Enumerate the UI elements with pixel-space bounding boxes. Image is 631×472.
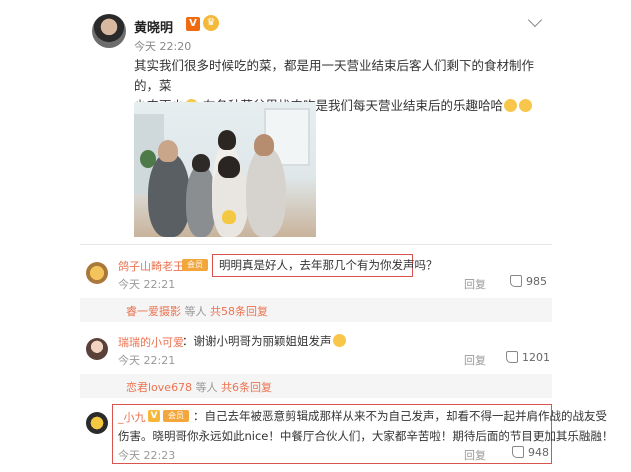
- photo-person: [222, 210, 236, 224]
- commenter-name[interactable]: 鸽子山畸老王: [118, 258, 184, 274]
- photo-person: [254, 134, 274, 156]
- like-count: 985: [526, 275, 547, 288]
- photo-person: [148, 152, 190, 237]
- sub-replies-summary[interactable]: 睿一爱摄影 等人 共58条回复: [126, 303, 268, 319]
- verified-badge: V: [186, 17, 200, 31]
- reply-button[interactable]: 回复: [464, 276, 486, 292]
- verified-badge: V: [148, 410, 160, 422]
- emoji-icon: [519, 99, 533, 112]
- comment-time: 今天 22:21: [118, 354, 176, 367]
- post-photo[interactable]: [134, 102, 316, 237]
- comment-time: 今天 22:23: [118, 449, 176, 462]
- post-text-line1: 其实我们很多时候吃的菜，都是用一天营业结束后客人们剩下的食材制作的，菜: [134, 58, 535, 93]
- photo-person: [218, 156, 240, 178]
- like-button[interactable]: 1201: [506, 351, 550, 364]
- sub-reply-user[interactable]: 恋君love678: [126, 381, 192, 394]
- like-count: 948: [528, 446, 549, 459]
- post-time: 今天 22:20: [134, 40, 192, 53]
- like-button[interactable]: 985: [510, 275, 547, 288]
- like-button[interactable]: 948: [512, 446, 549, 459]
- photo-person: [158, 140, 178, 162]
- member-badge: 会员: [163, 410, 189, 422]
- photo-person: [246, 146, 286, 237]
- comment-text: 明明真是好人，去年那几个有为你发声吗？: [219, 258, 438, 272]
- emoji-icon: [504, 99, 518, 112]
- post-author-name[interactable]: 黄晓明: [134, 17, 173, 36]
- emoji-icon: [332, 334, 346, 347]
- crown-icon: ♛: [203, 15, 219, 31]
- reply-button[interactable]: 回复: [464, 447, 486, 463]
- commenter-name[interactable]: 瑞瑞的小可爱: [118, 334, 184, 350]
- sub-reply-text: 等人: [195, 381, 218, 394]
- divider: [80, 244, 552, 245]
- chevron-down-icon[interactable]: [527, 12, 543, 28]
- thumb-up-icon: [506, 351, 518, 363]
- commenter-avatar[interactable]: [86, 262, 108, 284]
- photo-person: [218, 130, 236, 150]
- thumb-up-icon: [512, 446, 524, 458]
- post-author-avatar[interactable]: [92, 14, 126, 48]
- reply-button[interactable]: 回复: [464, 352, 486, 368]
- sub-reply-user[interactable]: 睿一爱摄影: [126, 305, 181, 318]
- like-count: 1201: [522, 351, 550, 364]
- photo-person: [192, 154, 210, 172]
- sub-reply-text: 等人: [184, 305, 207, 318]
- sub-reply-count[interactable]: 共6条回复: [221, 381, 272, 394]
- sub-reply-count[interactable]: 共58条回复: [210, 305, 268, 318]
- comment-text-line2: 伤害。晓明哥你永远如此nice！中餐厅合伙人们，大家都辛苦啦！期待后面的节目更加…: [118, 429, 614, 443]
- comment-text-line1: ：自己去年被恶意剪辑成那样从来不为自己发声，却看不得一起并肩作战的战友受: [193, 409, 608, 423]
- member-badge: 会员: [182, 259, 208, 271]
- comment-body: 自己去年被恶意剪辑成那样从来不为自己发声，却看不得一起并肩作战的战友受: [204, 409, 608, 423]
- sub-replies-summary[interactable]: 恋君love678 等人 共6条回复: [126, 379, 272, 395]
- comment-text: ：谢谢小明哥为丽颖姐姐发声: [182, 332, 347, 350]
- comment-time: 今天 22:21: [118, 278, 176, 291]
- commenter-name[interactable]: _小九: [118, 409, 146, 425]
- comment-body: 谢谢小明哥为丽颖姐姐发声: [193, 334, 332, 348]
- thumb-up-icon: [510, 275, 522, 287]
- commenter-avatar[interactable]: [86, 412, 108, 434]
- commenter-avatar[interactable]: [86, 338, 108, 360]
